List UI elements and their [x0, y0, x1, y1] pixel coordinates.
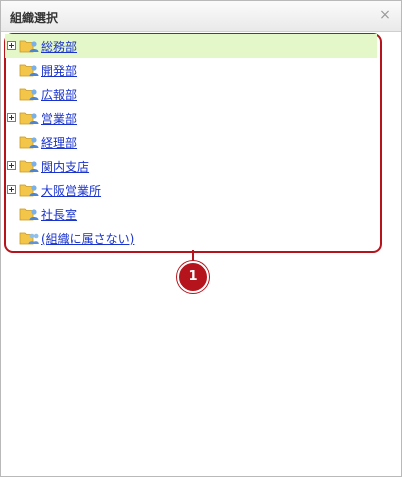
tree-node-2: 広報部 [5, 82, 377, 106]
org-folder-icon [19, 184, 39, 197]
tree-node-6: 大阪営業所 [5, 178, 377, 202]
dialog-titlebar: 組織選択 × [1, 1, 401, 32]
org-folder-icon [19, 208, 39, 221]
org-tree: 総務部 開発部 広報部 営業部 経理部 関内支店 大阪営業所 社長室 (組織に属… [5, 34, 377, 250]
tree-node-label[interactable]: 関内支店 [41, 158, 89, 175]
tree-node-4: 経理部 [5, 130, 377, 154]
org-folder-icon [19, 88, 39, 101]
tree-node-label[interactable]: 大阪営業所 [41, 182, 101, 199]
org-folder-icon [19, 136, 39, 149]
tree-node-1: 開発部 [5, 58, 377, 82]
tree-node-label[interactable]: 総務部 [41, 38, 77, 55]
tree-node-8: (組織に属さない) [5, 226, 377, 250]
close-icon[interactable]: × [378, 8, 392, 22]
org-folder-icon [19, 160, 39, 173]
tree-node-label[interactable]: 広報部 [41, 86, 77, 103]
tree-node-label[interactable]: (組織に属さない) [41, 230, 134, 247]
tree-node-5: 関内支店 [5, 154, 377, 178]
tree-node-label[interactable]: 社長室 [41, 206, 77, 223]
expand-icon[interactable] [7, 41, 16, 50]
expand-icon[interactable] [7, 161, 16, 170]
org-folder-icon [19, 112, 39, 125]
tree-node-3: 営業部 [5, 106, 377, 130]
expand-icon[interactable] [7, 113, 16, 122]
tree-node-label[interactable]: 営業部 [41, 110, 77, 127]
expand-icon[interactable] [7, 185, 16, 194]
tree-node-7: 社長室 [5, 202, 377, 226]
callout-badge: 1 [177, 261, 209, 293]
org-folder-icon [19, 64, 39, 77]
no-org-folder-icon [19, 232, 39, 245]
org-folder-icon [19, 40, 39, 53]
tree-node-label[interactable]: 開発部 [41, 62, 77, 79]
tree-node-label[interactable]: 経理部 [41, 134, 77, 151]
tree-node-0: 総務部 [5, 34, 377, 58]
dialog-title: 組織選択 [10, 11, 59, 25]
